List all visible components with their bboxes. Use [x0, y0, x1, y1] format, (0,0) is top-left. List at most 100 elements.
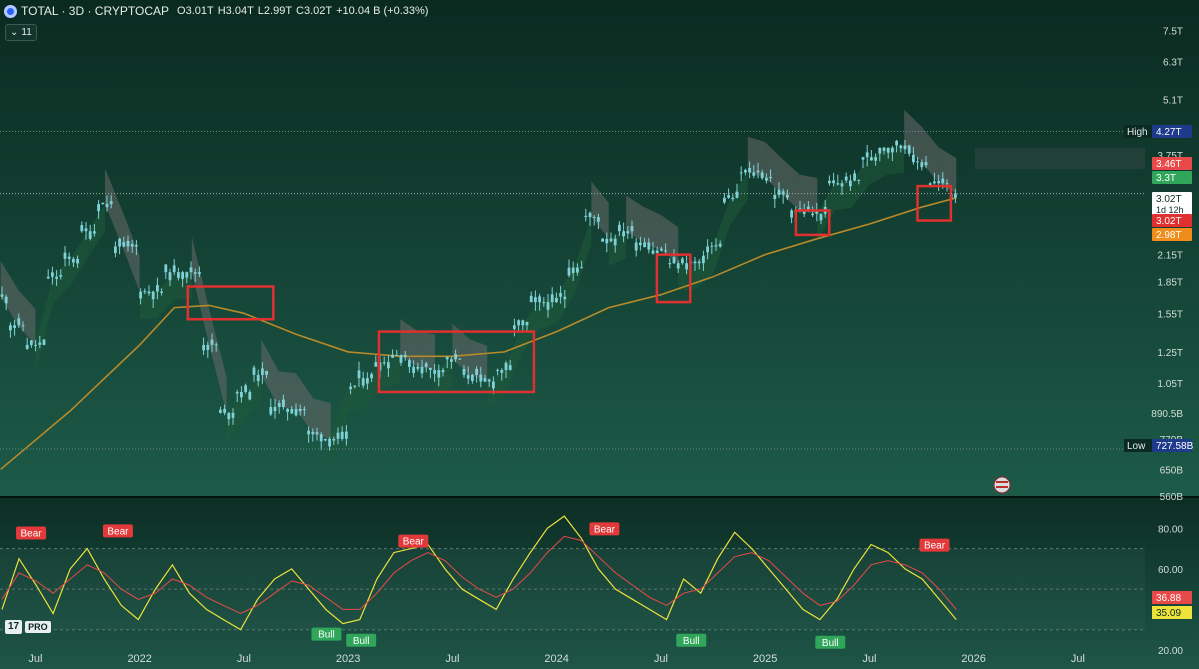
y-tick-label: 5.1T	[1163, 96, 1183, 107]
tradingview-logo-icon: 17	[5, 620, 23, 634]
candle-body	[101, 202, 105, 205]
candle-body	[882, 147, 886, 151]
candle-body	[118, 238, 121, 247]
candle-body	[210, 339, 214, 345]
candle-body	[349, 386, 352, 389]
candle-body	[345, 431, 348, 439]
candle-body	[441, 370, 445, 373]
candle-body	[840, 183, 844, 187]
candle-body	[546, 302, 550, 310]
candle-body	[634, 242, 638, 251]
candle-body	[496, 369, 499, 371]
candle-body	[756, 170, 760, 173]
candle-body	[80, 225, 84, 232]
candle-body	[420, 366, 424, 374]
candle-body	[475, 368, 478, 375]
bear-label: Bear	[594, 524, 616, 535]
candle-body	[664, 250, 667, 252]
y-tick-label: 7.5T	[1163, 26, 1183, 37]
symbol-title[interactable]: TOTAL · 3D · CRYPTOCAP	[21, 4, 169, 18]
x-tick-label: Jul	[1071, 653, 1085, 665]
candle-body	[227, 412, 231, 420]
y-tick-label: 2.15T	[1157, 251, 1183, 262]
candle-body	[9, 325, 12, 331]
candle-body	[479, 374, 483, 382]
candle-body	[122, 242, 126, 247]
candle-body	[38, 342, 42, 345]
candle-body	[0, 294, 4, 297]
candle-body	[853, 173, 856, 181]
candle-body	[445, 356, 449, 360]
chart-canvas[interactable]: 7.5T6.3T5.1T3.75T2.15T1.85T1.55T1.25T1.0…	[0, 0, 1199, 669]
candle-body	[538, 296, 541, 303]
bull-label: Bull	[822, 638, 839, 649]
y-tick-label: 1.05T	[1157, 379, 1183, 390]
candle-body	[366, 378, 369, 384]
y-tick-label: 1.55T	[1157, 309, 1183, 320]
ohlc-open: O3.01T	[177, 5, 214, 17]
candle-body	[727, 195, 730, 198]
candle-body	[34, 344, 37, 346]
candle-body	[294, 408, 298, 416]
candle-body	[912, 154, 915, 163]
x-tick-label: Jul	[28, 653, 42, 665]
candle-body	[723, 197, 726, 203]
candle-body	[937, 181, 940, 184]
candle-body	[748, 167, 751, 173]
candle-body	[399, 354, 403, 363]
candle-body	[891, 147, 894, 153]
candle-body	[361, 378, 365, 386]
candle-body	[597, 217, 600, 222]
candle-body	[870, 157, 873, 161]
ribbon-segment	[278, 371, 297, 409]
candle-body	[42, 339, 46, 345]
candle-body	[219, 409, 222, 413]
candle-body	[618, 224, 621, 232]
ohlc-change: +10.04 B (+0.33%)	[336, 5, 429, 17]
candle-body	[88, 231, 92, 239]
candle-body	[744, 169, 747, 173]
candle-body	[588, 212, 592, 218]
candle-body	[357, 370, 361, 379]
candle-body	[164, 264, 168, 273]
candle-body	[718, 243, 722, 247]
candle-body	[651, 250, 655, 254]
candle-body	[46, 276, 50, 279]
candle-body	[328, 438, 331, 447]
candle-body	[412, 366, 415, 373]
candle-body	[714, 245, 718, 247]
candle-body	[639, 242, 642, 246]
candle-body	[492, 381, 495, 389]
candle-body	[240, 391, 243, 398]
candle-body	[189, 267, 193, 273]
candle-body	[609, 238, 613, 242]
candle-body	[114, 246, 117, 254]
candle-body	[907, 145, 911, 154]
candle-body	[462, 368, 466, 375]
x-tick-label: 2024	[544, 653, 568, 665]
candle-body	[941, 178, 945, 184]
candle-body	[17, 318, 21, 326]
price-marker: 2.98T	[1156, 230, 1182, 241]
candle-body	[647, 242, 651, 250]
candle-body	[353, 385, 357, 387]
candle-body	[126, 240, 130, 247]
candle-body	[458, 358, 462, 360]
y-tick-label: 1.25T	[1157, 348, 1183, 359]
candle-body	[786, 194, 789, 198]
candle-body	[429, 367, 432, 371]
candle-body	[706, 246, 709, 253]
candle-body	[697, 261, 701, 264]
candle-body	[710, 245, 714, 247]
x-tick-label: Jul	[445, 653, 459, 665]
candle-body	[672, 257, 676, 264]
indicators-toggle-button[interactable]: ⌄ 11	[5, 24, 37, 41]
candle-body	[277, 403, 281, 407]
us-flag-icon	[993, 476, 1011, 494]
candle-body	[861, 157, 865, 160]
candle-body	[63, 252, 67, 259]
candle-body	[819, 213, 823, 221]
candle-body	[177, 272, 180, 278]
candle-body	[168, 272, 172, 281]
candle-body	[765, 177, 768, 181]
